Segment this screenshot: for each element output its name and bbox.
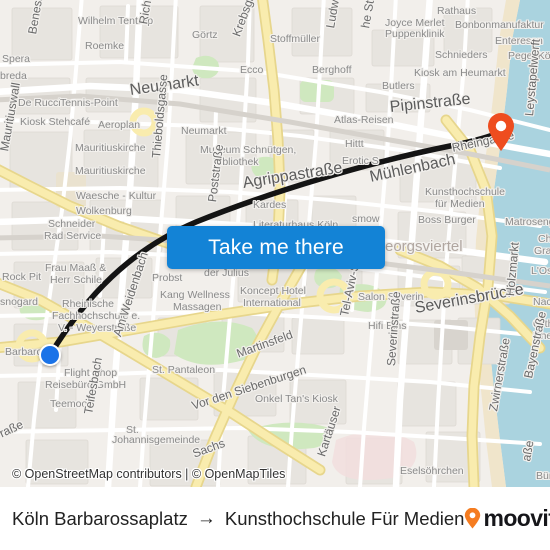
take-me-there-button[interactable]: Take me there	[167, 226, 385, 269]
special-area	[332, 431, 417, 480]
moovit-trip-map-screen: Wilhelm Tentrup Görtz Krebsgasse Stoffmülle…	[0, 0, 550, 550]
moovit-logo[interactable]: moovit	[464, 505, 550, 532]
destination-label: Kunsthochschule Für Medien	[224, 507, 465, 529]
map-canvas[interactable]: Wilhelm Tentrup Görtz Krebsgasse Stoffmülle…	[0, 0, 550, 487]
moovit-wordmark: moovit	[483, 505, 550, 531]
trip-footer-bar: Köln Barbarossaplatz → Kunsthochschule F…	[0, 487, 550, 550]
origin-location-dot[interactable]	[39, 344, 61, 366]
trip-summary: Köln Barbarossaplatz → Kunsthochschule F…	[12, 508, 464, 530]
map-attribution[interactable]: © OpenStreetMap contributors | © OpenMap…	[12, 467, 285, 481]
origin-label: Köln Barbarossaplatz	[12, 507, 188, 529]
destination-pin[interactable]	[486, 112, 516, 152]
moovit-pin-icon	[464, 507, 481, 529]
arrow-right-icon: →	[196, 508, 216, 529]
